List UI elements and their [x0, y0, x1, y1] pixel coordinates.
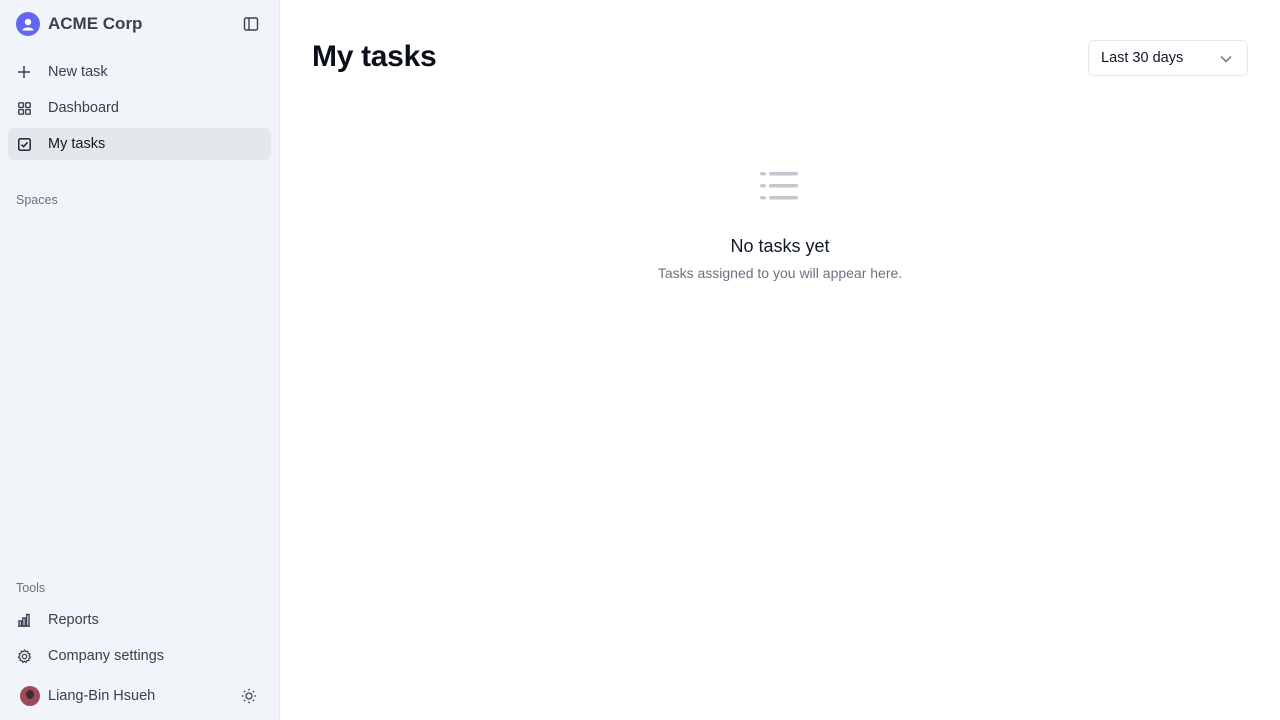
page-title: My tasks [312, 40, 437, 73]
plus-icon [16, 64, 32, 80]
brand-name: ACME Corp [48, 14, 143, 33]
sidebar: ACME Corp New task Dashboard My tasks Sp… [0, 0, 280, 720]
sidebar-item-label: Reports [48, 612, 99, 628]
user-menu[interactable]: Liang-Bin Hsueh [20, 685, 268, 707]
checkbox-icon [16, 136, 32, 152]
empty-state-subtitle: Tasks assigned to you will appear here. [657, 265, 903, 281]
date-range-select[interactable]: Last 30 days [1088, 40, 1248, 76]
sidebar-item-label: Company settings [48, 648, 165, 664]
brand[interactable]: ACME Corp [16, 12, 142, 36]
user-circle-icon [16, 12, 40, 36]
gear-icon [16, 648, 32, 664]
sun-icon[interactable] [239, 686, 259, 706]
spaces-heading: Spaces [16, 193, 58, 207]
empty-state-title: No tasks yet [730, 236, 830, 256]
sidebar-item-label: Dashboard [48, 100, 119, 116]
chevron-down-icon [1220, 55, 1232, 63]
tools-heading: Tools [16, 581, 46, 595]
grid-icon [16, 100, 32, 116]
user-name: Liang-Bin Hsueh [48, 688, 156, 704]
sidebar-item-reports[interactable]: Reports [8, 604, 271, 636]
empty-state: No tasks yet Tasks assigned to you will … [280, 170, 1280, 281]
bar-chart-icon [16, 612, 32, 628]
sidebar-item-my-tasks[interactable]: My tasks [8, 128, 271, 160]
sidebar-item-label: My tasks [48, 136, 106, 152]
list-icon [760, 172, 798, 200]
sidebar-item-company-settings[interactable]: Company settings [8, 640, 271, 672]
sidebar-item-new-task[interactable]: New task [8, 56, 271, 88]
sidebar-item-label: New task [48, 64, 108, 80]
sidebar-item-dashboard[interactable]: Dashboard [8, 92, 271, 124]
date-range-value: Last 30 days [1101, 50, 1184, 66]
avatar [20, 686, 40, 706]
sidebar-toggle-icon[interactable] [241, 14, 261, 34]
